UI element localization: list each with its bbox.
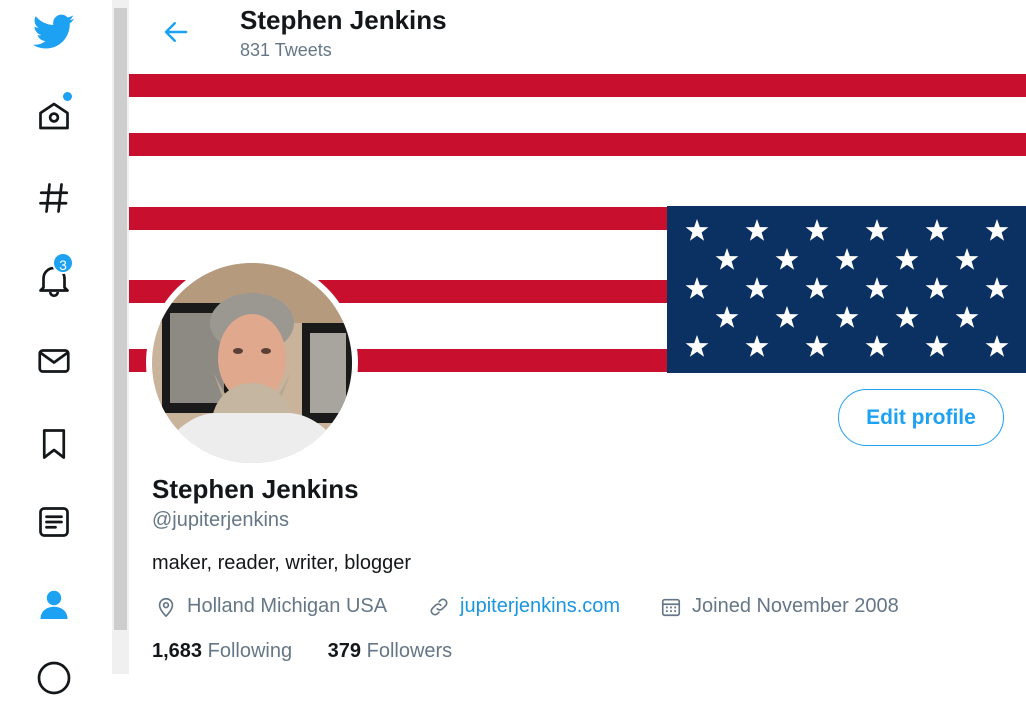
profile-handle: @jupiterjenkins — [152, 509, 290, 531]
header-title: Stephen Jenkins — [240, 5, 447, 35]
location: Holland Michigan USA — [155, 595, 387, 618]
link-icon — [430, 598, 448, 615]
tweet-count: 831 Tweets — [240, 40, 332, 60]
back-arrow-icon[interactable] — [158, 14, 194, 50]
home-unread-dot — [63, 92, 72, 101]
scroll-up-arrow[interactable] — [112, 0, 129, 8]
profile-person-icon[interactable] — [30, 580, 78, 628]
follow-counts: 1,683 Following 379 Followers — [152, 640, 452, 663]
location-text: Holland Michigan USA — [187, 595, 388, 617]
avatar[interactable] — [146, 257, 358, 469]
notifications-badge: 3 — [52, 252, 74, 274]
profile-bio: maker, reader, writer, blogger — [152, 552, 412, 574]
joined-text: Joined November 2008 — [692, 595, 899, 617]
edit-profile-button[interactable]: Edit profile — [838, 389, 1004, 446]
joined-date: Joined November 2008 — [660, 595, 899, 618]
followers-label: Followers — [366, 640, 453, 662]
location-pin-icon — [158, 597, 174, 617]
twitter-logo-icon[interactable] — [30, 8, 78, 56]
website-link[interactable]: jupiterjenkins.com — [460, 595, 620, 618]
bookmarks-icon[interactable] — [30, 420, 78, 468]
lists-icon[interactable] — [30, 498, 78, 546]
avatar-photo — [152, 263, 352, 463]
scrollbar[interactable] — [112, 0, 129, 674]
messages-envelope-icon[interactable] — [30, 337, 78, 385]
followers-count: 379 — [327, 640, 362, 662]
home-icon[interactable] — [30, 92, 78, 140]
followers-link[interactable]: 379 Followers — [328, 640, 453, 662]
profile-name: Stephen Jenkins — [152, 474, 359, 504]
website: jupiterjenkins.com — [428, 595, 620, 618]
left-nav: 3 — [0, 0, 112, 695]
notifications-bell-icon[interactable]: 3 — [30, 252, 78, 304]
following-link[interactable]: 1,683 Following — [152, 640, 292, 662]
calendar-icon — [661, 598, 681, 616]
scroll-thumb[interactable] — [114, 8, 127, 630]
explore-hashtag-icon[interactable] — [30, 174, 78, 222]
more-icon[interactable] — [30, 654, 78, 702]
following-count: 1,683 — [152, 640, 203, 662]
following-label: Following — [207, 640, 293, 662]
